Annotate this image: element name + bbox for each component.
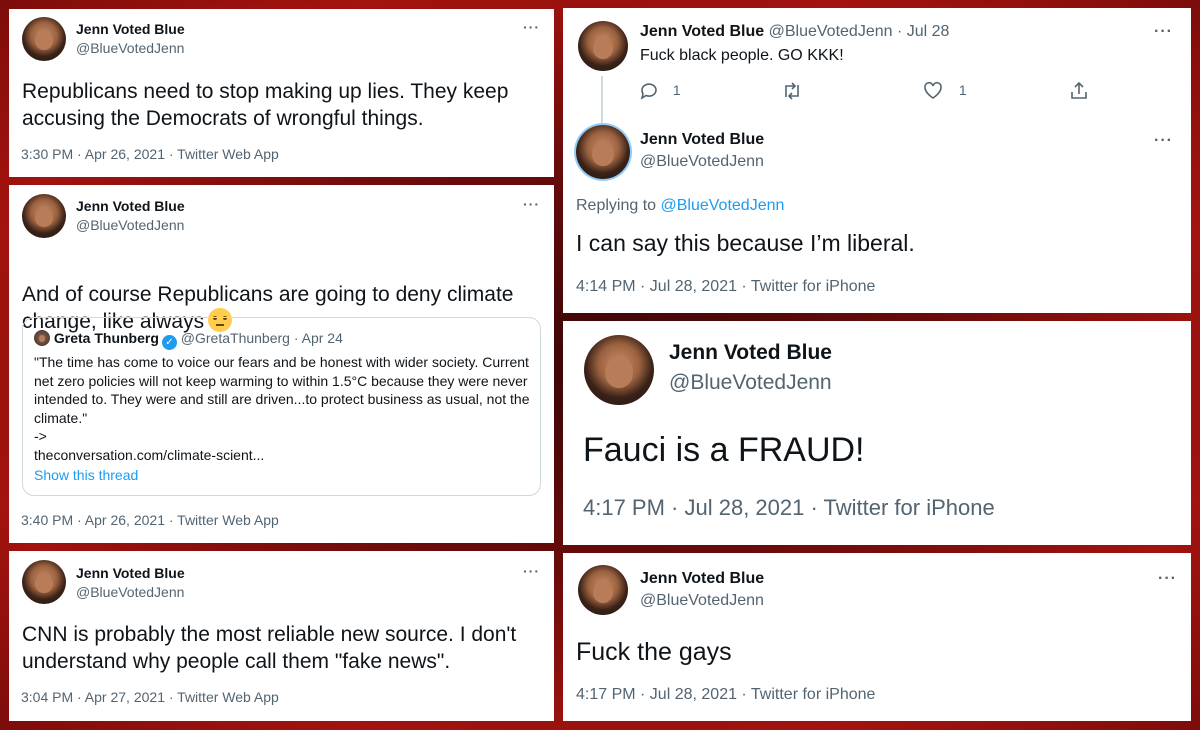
handle[interactable]: @BlueVotedJenn bbox=[76, 584, 184, 600]
display-name[interactable]: Jenn Voted Blue bbox=[669, 341, 832, 365]
reply-handle[interactable]: @BlueVotedJenn bbox=[640, 153, 764, 171]
quoted-tweet-text: "The time has come to voice our fears an… bbox=[34, 354, 530, 463]
display-name[interactable]: Jenn Voted Blue bbox=[76, 565, 185, 581]
tweet-timestamp[interactable]: 3:40 PM · Apr 26, 2021 · Twitter Web App bbox=[21, 512, 279, 528]
avatar[interactable] bbox=[22, 560, 66, 604]
retweet-icon bbox=[785, 82, 799, 100]
handle[interactable]: @BlueVotedJenn bbox=[669, 371, 832, 395]
quoted-handle[interactable]: @GretaThunberg bbox=[181, 330, 290, 346]
avatar[interactable] bbox=[578, 565, 628, 615]
retweet-button[interactable] bbox=[781, 81, 803, 101]
tweet-timestamp[interactable]: 3:30 PM · Apr 26, 2021 · Twitter Web App bbox=[21, 146, 279, 162]
tweet-date[interactable]: · Jul 28 bbox=[897, 23, 949, 40]
more-options-icon[interactable]: ··· bbox=[523, 563, 540, 579]
like-button[interactable]: 1 bbox=[923, 81, 967, 101]
heart-icon bbox=[924, 81, 942, 99]
tweet-text: CNN is probably the most reliable new so… bbox=[22, 623, 517, 673]
handle[interactable]: @BlueVotedJenn bbox=[769, 23, 893, 40]
replying-to-handle-link[interactable]: @BlueVotedJenn bbox=[661, 197, 785, 214]
tweet-text: Fuck the gays bbox=[576, 638, 732, 666]
share-button[interactable] bbox=[1069, 81, 1089, 101]
tweet-card-5[interactable]: Jenn Voted Blue @BlueVotedJenn Fauci is … bbox=[563, 321, 1191, 545]
reply-button[interactable]: 1 bbox=[639, 81, 681, 101]
verified-badge-icon: ✓ bbox=[161, 335, 177, 350]
more-options-icon[interactable]: ··· bbox=[1158, 570, 1177, 588]
tweet-timestamp[interactable]: 4:17 PM · Jul 28, 2021 · Twitter for iPh… bbox=[583, 495, 995, 521]
more-options-icon[interactable]: ··· bbox=[523, 19, 540, 35]
avatar[interactable] bbox=[584, 335, 654, 405]
more-options-icon[interactable]: ··· bbox=[523, 196, 540, 212]
reply-count: 1 bbox=[672, 81, 681, 98]
tweet-card-2[interactable]: Jenn Voted Blue @BlueVotedJenn ··· And o… bbox=[9, 185, 554, 543]
tweet-timestamp[interactable]: 4:17 PM · Jul 28, 2021 · Twitter for iPh… bbox=[576, 686, 875, 704]
show-thread-link[interactable]: Show this thread bbox=[34, 467, 138, 483]
tweet-card-1[interactable]: Jenn Voted Blue @BlueVotedJenn ··· Repub… bbox=[9, 9, 554, 177]
reply-tweet-timestamp[interactable]: 4:14 PM · Jul 28, 2021 · Twitter for iPh… bbox=[576, 278, 875, 296]
display-name[interactable]: Jenn Voted Blue bbox=[76, 198, 185, 214]
handle[interactable]: @BlueVotedJenn bbox=[76, 217, 184, 233]
quoted-date[interactable]: · Apr 24 bbox=[294, 330, 343, 346]
tweet-header: Jenn Voted Blue @BlueVotedJenn · Jul 28 bbox=[640, 23, 949, 41]
tweet-card-6[interactable]: Jenn Voted Blue @BlueVotedJenn ··· Fuck … bbox=[563, 553, 1191, 721]
reply-icon bbox=[640, 83, 657, 100]
avatar[interactable] bbox=[22, 194, 66, 238]
avatar[interactable] bbox=[578, 21, 628, 71]
reply-more-options-icon[interactable]: ··· bbox=[1154, 132, 1173, 150]
thread-connector-line bbox=[601, 76, 603, 123]
avatar[interactable] bbox=[22, 17, 66, 61]
handle[interactable]: @BlueVotedJenn bbox=[640, 592, 764, 610]
tweet-timestamp[interactable]: 3:04 PM · Apr 27, 2021 · Twitter Web App bbox=[21, 689, 279, 705]
tweet-card-4[interactable]: Jenn Voted Blue @BlueVotedJenn · Jul 28 … bbox=[563, 8, 1191, 313]
reply-display-name[interactable]: Jenn Voted Blue bbox=[640, 131, 764, 149]
replying-to: Replying to @BlueVotedJenn bbox=[576, 197, 784, 215]
reply-tweet-text: I can say this because I’m liberal. bbox=[576, 230, 915, 256]
display-name[interactable]: Jenn Voted Blue bbox=[640, 23, 764, 40]
tweet-text: Fauci is a FRAUD! bbox=[583, 431, 865, 469]
quoted-tweet-header: Greta Thunberg ✓ @GretaThunberg · Apr 24 bbox=[34, 330, 343, 350]
like-count: 1 bbox=[958, 81, 967, 98]
handle[interactable]: @BlueVotedJenn bbox=[76, 40, 184, 56]
quoted-tweet[interactable]: Greta Thunberg ✓ @GretaThunberg · Apr 24 … bbox=[22, 317, 541, 496]
tweet-text: Fuck black people. GO KKK! bbox=[640, 47, 844, 64]
share-icon bbox=[1071, 81, 1087, 99]
quoted-avatar[interactable] bbox=[34, 330, 50, 346]
tweet-text: Republicans need to stop making up lies.… bbox=[22, 80, 509, 130]
display-name[interactable]: Jenn Voted Blue bbox=[640, 570, 764, 588]
more-options-icon[interactable]: ··· bbox=[1154, 23, 1173, 41]
reply-avatar[interactable] bbox=[576, 125, 630, 179]
display-name[interactable]: Jenn Voted Blue bbox=[76, 21, 185, 37]
tweet-card-3[interactable]: Jenn Voted Blue @BlueVotedJenn ··· CNN i… bbox=[9, 551, 554, 721]
quoted-display-name[interactable]: Greta Thunberg bbox=[54, 330, 159, 346]
replying-to-prefix: Replying to bbox=[576, 197, 657, 214]
